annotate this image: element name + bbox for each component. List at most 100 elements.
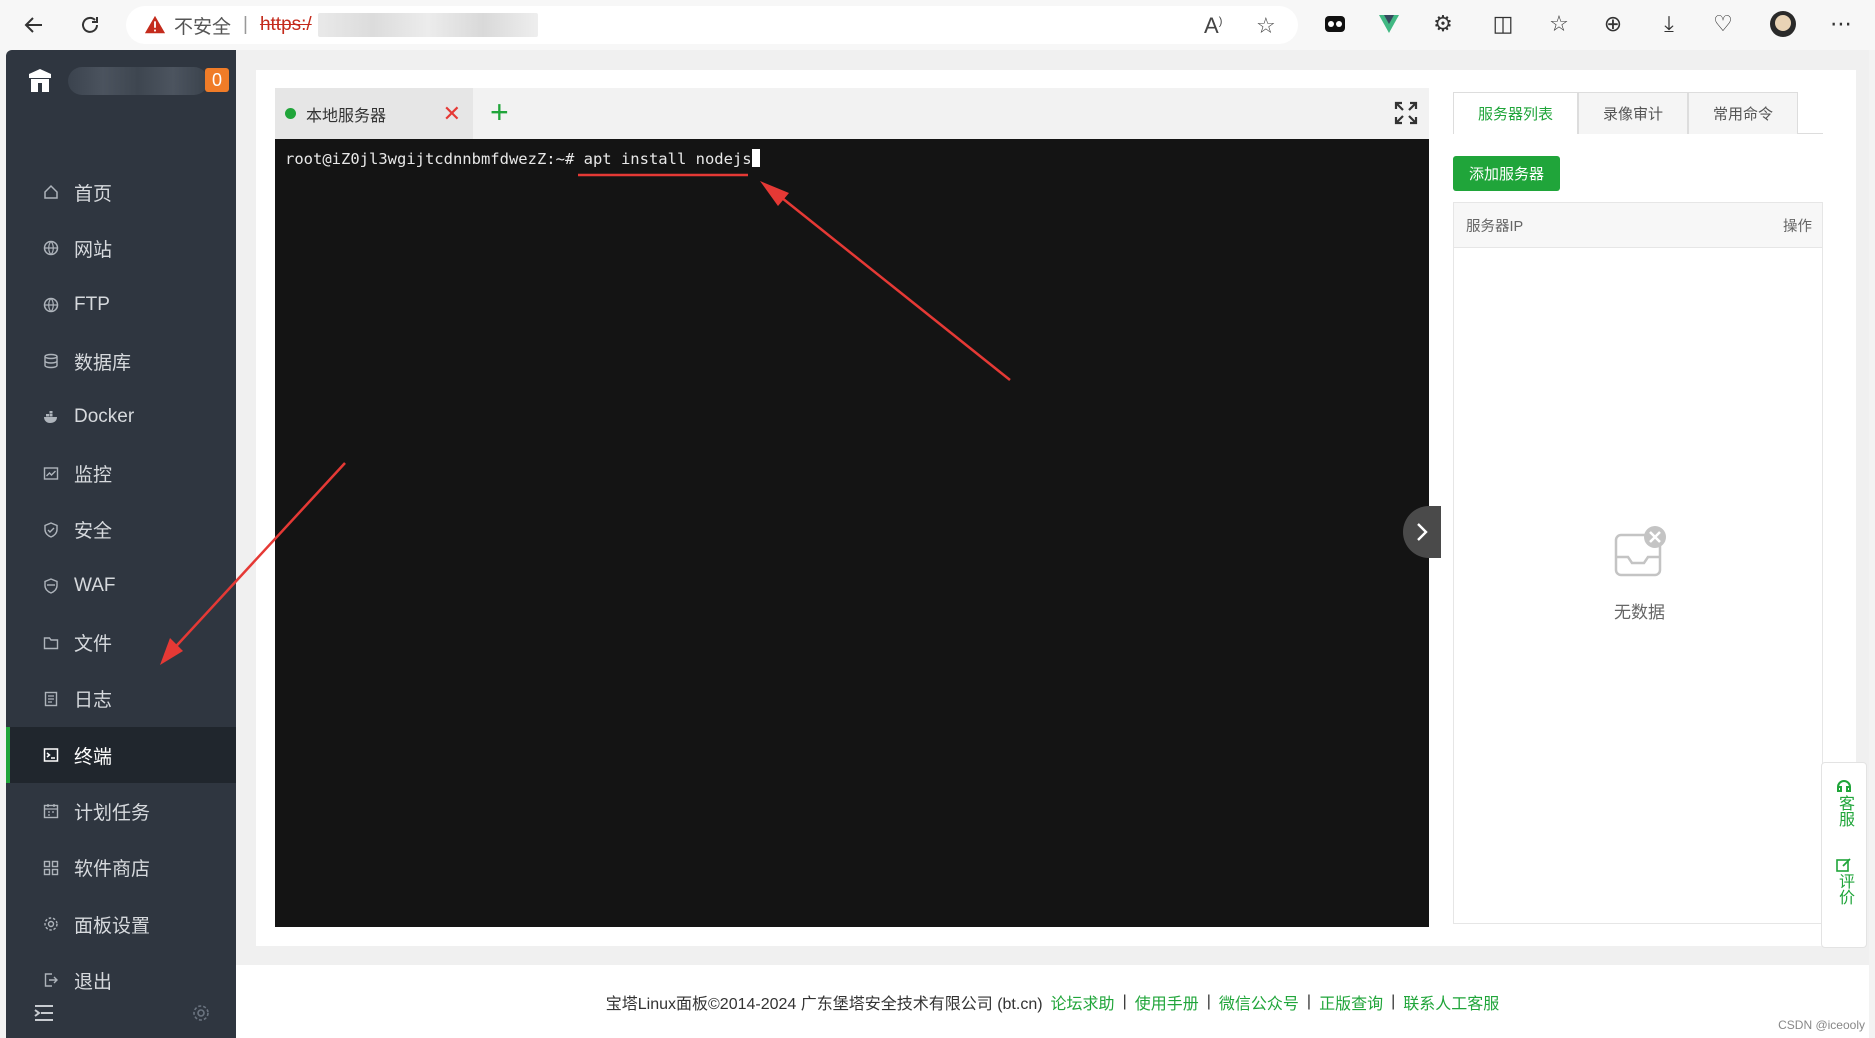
floating-service-widget: 客服 评价 bbox=[1821, 762, 1867, 948]
back-arrow-icon[interactable] bbox=[14, 5, 54, 45]
customer-service-label: 客服 bbox=[1836, 795, 1853, 827]
terminal-cursor bbox=[751, 149, 760, 167]
sidebar-item-3[interactable]: 数据库 bbox=[6, 333, 236, 389]
footer-separator: | bbox=[1206, 992, 1211, 1010]
footer-link-3[interactable]: 正版查询 bbox=[1319, 990, 1383, 1014]
download-icon[interactable]: ⤓ bbox=[1654, 9, 1684, 39]
docker-icon bbox=[42, 408, 60, 426]
sidebar-item-label: 日志 bbox=[74, 690, 113, 712]
sidebar-item-2[interactable]: FTP bbox=[6, 277, 236, 333]
sidebar-item-label: 软件商店 bbox=[74, 859, 151, 881]
tab-common-commands[interactable]: 常用命令 bbox=[1688, 92, 1798, 134]
address-separator: | bbox=[243, 14, 248, 35]
sidebar-item-label: 监控 bbox=[74, 465, 113, 487]
sidebar-item-label: FTP bbox=[74, 293, 110, 315]
tab-server-list[interactable]: 服务器列表 bbox=[1453, 92, 1578, 134]
terminal-tab[interactable]: 本地服务器 ✕ bbox=[275, 88, 473, 139]
add-tab-icon[interactable]: + bbox=[490, 94, 509, 131]
collapse-menu-icon[interactable] bbox=[34, 1004, 54, 1022]
collections-icon[interactable]: ⊕ bbox=[1598, 9, 1628, 39]
footer-link-1[interactable]: 使用手册 bbox=[1135, 990, 1199, 1014]
globe-icon bbox=[42, 239, 60, 257]
terminal-line: root@iZ0jl3wgijtcdnnbmfdwezZ:~# apt inst… bbox=[285, 149, 760, 168]
refresh-icon[interactable] bbox=[70, 5, 110, 45]
sidebar-item-12[interactable]: 软件商店 bbox=[6, 840, 236, 896]
terminal-icon bbox=[42, 746, 60, 764]
logo-area bbox=[6, 50, 236, 112]
footer-separator: | bbox=[1122, 992, 1127, 1010]
shield-check-icon bbox=[42, 521, 60, 539]
sidebar-item-label: WAF bbox=[74, 575, 116, 597]
log-icon bbox=[42, 690, 60, 708]
logout-icon bbox=[42, 971, 60, 989]
edit-icon bbox=[1836, 858, 1851, 872]
url-redacted bbox=[317, 13, 538, 37]
column-server-ip: 服务器IP bbox=[1466, 218, 1524, 235]
table-header: 服务器IP 操作 bbox=[1454, 203, 1822, 248]
sidebar-item-0[interactable]: 首页 bbox=[6, 164, 236, 220]
warning-icon bbox=[144, 15, 166, 34]
sidebar-item-11[interactable]: 计划任务 bbox=[6, 783, 236, 839]
footer-link-4[interactable]: 联系人工客服 bbox=[1403, 990, 1499, 1014]
star-icon[interactable]: ☆ bbox=[1256, 13, 1276, 39]
puzzle-icon[interactable]: ⚙ bbox=[1428, 9, 1458, 39]
gear-icon bbox=[42, 915, 60, 933]
calendar-icon bbox=[42, 802, 60, 820]
footer: 宝塔Linux面板©2014-2024 广东堡塔安全技术有限公司 (bt.cn)… bbox=[236, 965, 1869, 1038]
review-button[interactable]: 评价 bbox=[1835, 857, 1853, 905]
connected-status-dot bbox=[285, 108, 296, 119]
add-server-button[interactable]: 添加服务器 bbox=[1453, 156, 1560, 191]
address-bar[interactable]: 不安全 | https:/ A) ☆ bbox=[126, 6, 1298, 44]
server-table: 服务器IP 操作 无数据 bbox=[1453, 202, 1823, 924]
chevron-right-icon bbox=[1417, 523, 1428, 541]
security-label: 不安全 bbox=[174, 16, 232, 38]
globe-icon bbox=[42, 296, 60, 314]
gear-icon[interactable] bbox=[192, 1004, 210, 1022]
sidebar-item-label: 首页 bbox=[74, 183, 113, 205]
database-icon bbox=[42, 352, 60, 370]
extension-icon[interactable] bbox=[1320, 9, 1350, 39]
empty-state: 无数据 bbox=[1454, 525, 1825, 623]
sidebar-bottom bbox=[6, 988, 236, 1038]
read-aloud-icon[interactable]: A) bbox=[1204, 13, 1222, 39]
vue-devtools-icon[interactable] bbox=[1374, 9, 1404, 39]
customer-service-button[interactable]: 客服 bbox=[1835, 777, 1853, 827]
monitor-icon bbox=[42, 465, 60, 483]
footer-link-2[interactable]: 微信公众号 bbox=[1219, 990, 1299, 1014]
favorites-icon[interactable]: ☆ bbox=[1544, 9, 1574, 39]
tab-recording-audit[interactable]: 录像审计 bbox=[1578, 92, 1688, 134]
empty-text: 无数据 bbox=[1614, 603, 1665, 622]
review-label: 评价 bbox=[1836, 873, 1853, 905]
sidebar: 0 首页网站 FTP 数据库 Docker 监控安全 WAF 文件日志终端 计划任务软件商店面… bbox=[6, 50, 236, 1038]
terminal-command: apt install nodejs bbox=[583, 150, 752, 168]
browser-toolbar: 不安全 | https:/ A) ☆ ⚙ ◫ ☆ ⊕ ⤓ ♡ ⋯ bbox=[0, 0, 1875, 50]
more-icon[interactable]: ⋯ bbox=[1826, 9, 1856, 39]
right-panel-tabs: 服务器列表 录像审计 常用命令 bbox=[1453, 92, 1823, 134]
close-tab-icon[interactable]: ✕ bbox=[443, 101, 461, 127]
heart-icon[interactable]: ♡ bbox=[1708, 9, 1738, 39]
sidebar-item-7[interactable]: WAF bbox=[6, 558, 236, 614]
column-action: 操作 bbox=[1783, 218, 1812, 235]
notification-badge[interactable]: 0 bbox=[205, 68, 229, 92]
split-screen-icon[interactable]: ◫ bbox=[1488, 9, 1518, 39]
terminal-screen[interactable]: root@iZ0jl3wgijtcdnnbmfdwezZ:~# apt inst… bbox=[275, 139, 1429, 927]
sidebar-item-label: 面板设置 bbox=[74, 915, 151, 937]
sidebar-item-8[interactable]: 文件 bbox=[6, 614, 236, 670]
avatar[interactable] bbox=[1768, 9, 1798, 39]
sidebar-item-10[interactable]: 终端 bbox=[6, 726, 236, 784]
footer-link-0[interactable]: 论坛求助 bbox=[1051, 990, 1115, 1014]
terminal-tab-label: 本地服务器 bbox=[306, 107, 387, 125]
sidebar-item-5[interactable]: 监控 bbox=[6, 445, 236, 501]
fullscreen-icon[interactable] bbox=[1393, 100, 1419, 126]
server-name-redacted bbox=[68, 67, 208, 95]
empty-inbox-icon bbox=[1614, 526, 1666, 577]
sidebar-item-label: Docker bbox=[74, 406, 135, 428]
home-icon bbox=[42, 183, 60, 201]
sidebar-item-6[interactable]: 安全 bbox=[6, 502, 236, 558]
sidebar-item-9[interactable]: 日志 bbox=[6, 671, 236, 727]
sidebar-item-4[interactable]: Docker bbox=[6, 389, 236, 445]
sidebar-item-13[interactable]: 面板设置 bbox=[6, 896, 236, 952]
sidebar-item-1[interactable]: 网站 bbox=[6, 220, 236, 276]
sidebar-item-label: 网站 bbox=[74, 239, 113, 261]
sidebar-item-label: 安全 bbox=[74, 521, 113, 543]
